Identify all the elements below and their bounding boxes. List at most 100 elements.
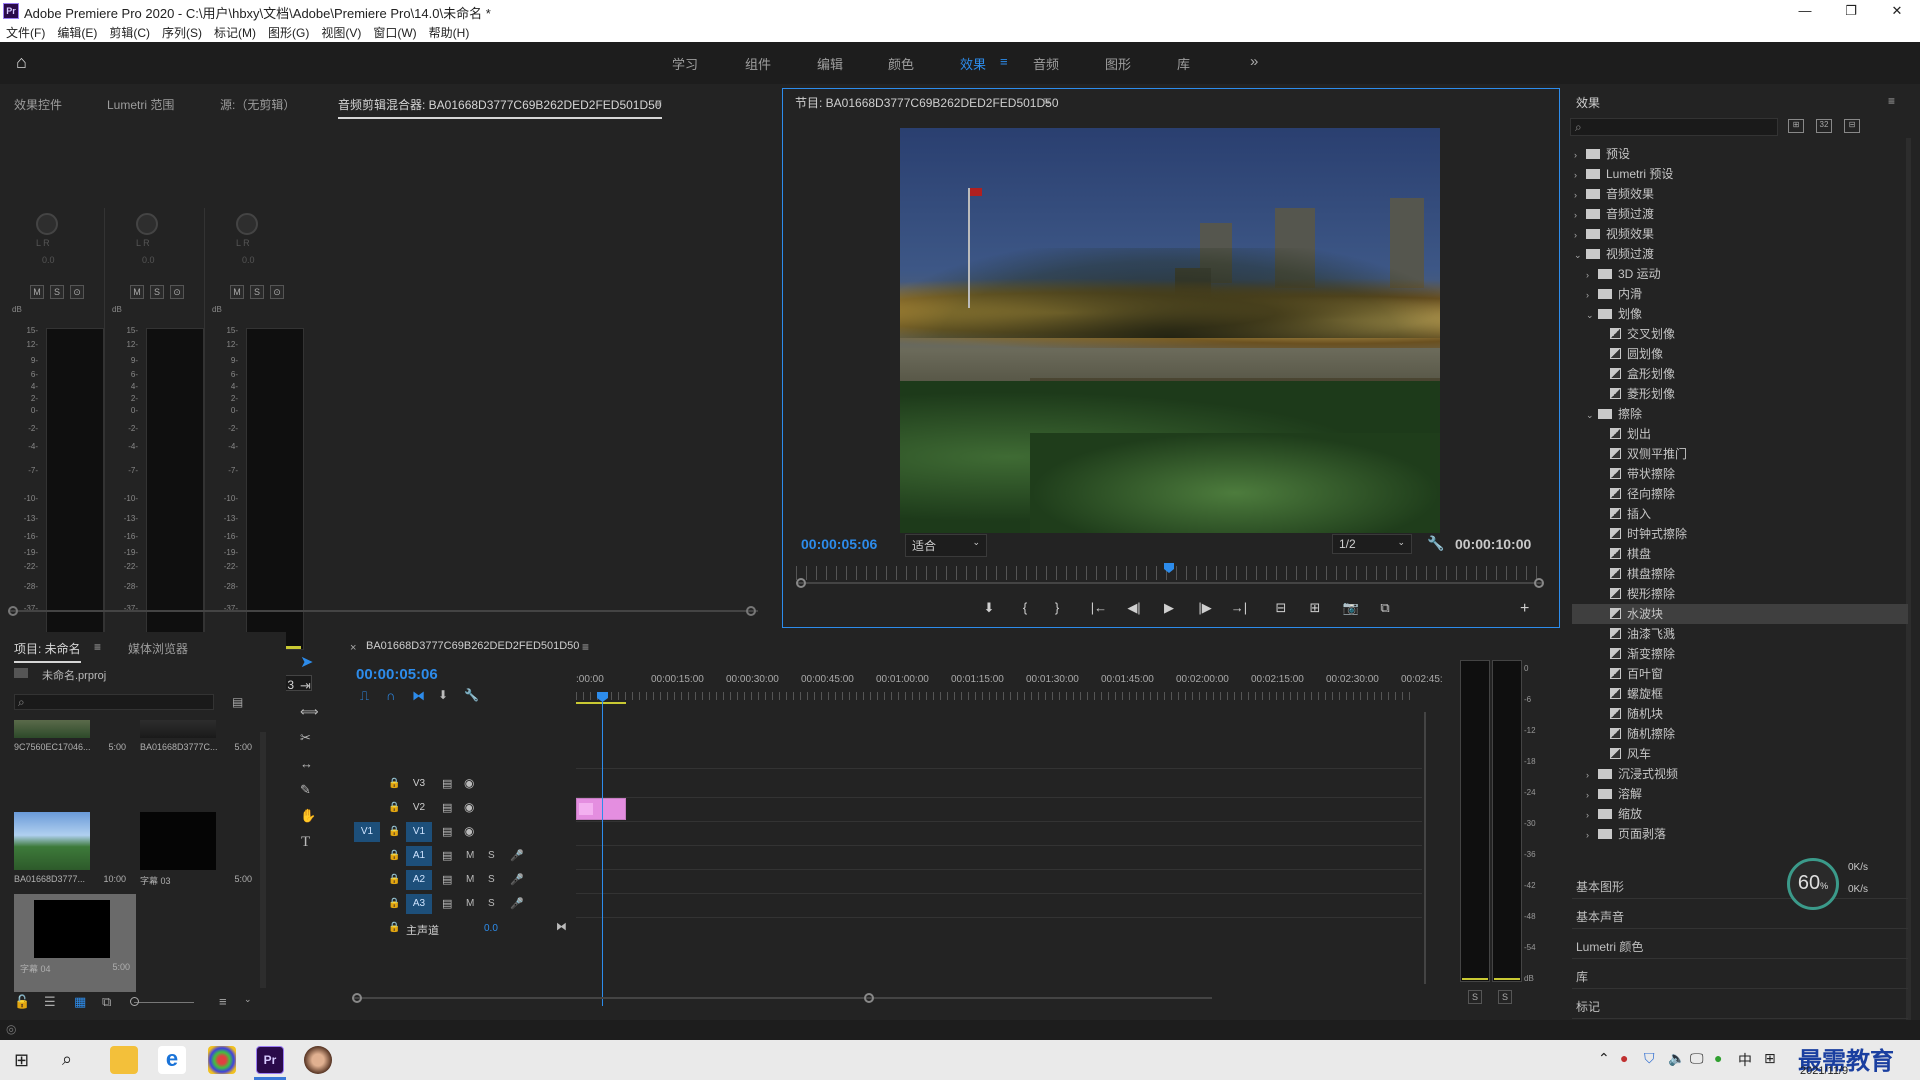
list-view-icon[interactable]: ☰ [44, 994, 56, 1010]
expand-arrow-icon[interactable]: › [1586, 825, 1598, 845]
effects-tree-item-17[interactable]: 径向擦除 [1572, 484, 1908, 504]
timeline-playhead-handle[interactable] [597, 692, 608, 702]
pan-knob[interactable] [136, 213, 158, 235]
menu-item-6[interactable]: 视图(V) [315, 22, 367, 41]
timeline-clip-v2[interactable] [576, 798, 626, 820]
effects-tree-item-29[interactable]: 随机擦除 [1572, 724, 1908, 744]
effects-tree-item-25[interactable]: 渐变擦除 [1572, 644, 1908, 664]
program-go-to-in-button[interactable]: |← [1090, 600, 1108, 616]
channel-record-button[interactable]: ⊙ [170, 285, 184, 299]
effects-tree-item-24[interactable]: 油漆飞溅 [1572, 624, 1908, 644]
effects-tree-item-19[interactable]: 时钟式擦除 [1572, 524, 1908, 544]
tray-network-icon[interactable]: 🖵 [1690, 1050, 1704, 1067]
type-tool-icon[interactable]: T [301, 834, 310, 851]
track-sync-icon[interactable]: ▤ [442, 897, 452, 910]
effects-tree-item-26[interactable]: 百叶窗 [1572, 664, 1908, 684]
track-mute-button[interactable]: M [466, 874, 474, 885]
expand-arrow-icon[interactable]: › [1574, 145, 1586, 165]
effects-tree-item-34[interactable]: › 页面剥落 [1572, 824, 1908, 844]
project-item-thumbnail[interactable] [140, 812, 216, 870]
track-voiceover-icon[interactable]: 🎤 [510, 897, 524, 910]
project-item-3[interactable]: 字幕 03 5:00 [140, 812, 252, 887]
mixer-menu-icon[interactable]: ≡ [655, 96, 662, 110]
program-go-to-out-button[interactable]: →| [1230, 600, 1248, 616]
program-step-forward-button[interactable]: |▶ [1196, 600, 1214, 616]
track-lock-icon[interactable]: 🔒 [388, 922, 400, 933]
effects-tree-item-15[interactable]: 双侧平推门 [1572, 444, 1908, 464]
expand-arrow-icon[interactable]: › [1574, 185, 1586, 205]
sort-dropdown-icon[interactable]: ⌄ [244, 994, 252, 1005]
menu-item-7[interactable]: 窗口(W) [367, 22, 422, 41]
project-item-thumbnail[interactable] [14, 812, 90, 870]
close-sequence-icon[interactable]: × [350, 642, 356, 654]
effects-tree-item-0[interactable]: › 预设 [1572, 144, 1908, 164]
program-export-frame-button[interactable]: 📷 [1342, 600, 1360, 616]
menu-item-4[interactable]: 标记(M) [208, 22, 262, 41]
mixer-scrollbar[interactable] [8, 610, 758, 612]
program-mark-out-button[interactable]: } [1048, 600, 1066, 616]
hand-tool-icon[interactable]: ✋ [300, 808, 316, 824]
menu-item-0[interactable]: 文件(F) [0, 22, 51, 41]
program-monitor-title[interactable]: 节目: BA01668D3777C69B262DED2FED501D50 [795, 94, 1059, 111]
menu-item-2[interactable]: 剪辑(C) [103, 22, 156, 41]
project-item-thumbnail[interactable] [140, 720, 216, 738]
edge-browser-icon[interactable]: e [158, 1046, 186, 1074]
wrench-icon[interactable]: 🔧 [1427, 535, 1444, 552]
channel-mute-button[interactable]: M [30, 285, 44, 299]
track-solo-button[interactable]: S [488, 898, 495, 909]
effects-tree-item-23[interactable]: 水波块 [1572, 604, 1908, 624]
tray-keyboard-icon[interactable]: ⊞ [1764, 1050, 1776, 1067]
menu-item-8[interactable]: 帮助(H) [423, 22, 476, 41]
effects-tree-item-8[interactable]: ⌄ 划像 [1572, 304, 1908, 324]
master-track-value[interactable]: 0.0 [484, 923, 498, 934]
track-target-V2[interactable]: V2 [406, 798, 432, 818]
timeline-settings-icon[interactable]: 🔧 [464, 688, 479, 702]
program-zoom-bar[interactable] [796, 582, 1542, 584]
left-panel-tab-2[interactable]: 源:（无剪辑） [220, 96, 295, 113]
track-mute-button[interactable]: M [466, 850, 474, 861]
track-lock-icon[interactable]: 🔒 [388, 874, 400, 885]
menu-item-3[interactable]: 序列(S) [156, 22, 208, 41]
effects-tree-item-21[interactable]: 棋盘擦除 [1572, 564, 1908, 584]
expand-arrow-icon[interactable]: › [1586, 785, 1598, 805]
side-panel-4[interactable]: 标记 [1576, 998, 1600, 1015]
effects-tree-item-6[interactable]: › 3D 运动 [1572, 264, 1908, 284]
project-item-thumbnail[interactable] [14, 720, 90, 738]
timeline-vertical-scrollbar[interactable] [1424, 712, 1426, 984]
workspace-tab-6[interactable]: 图形 [1105, 54, 1131, 73]
effects-tree-item-22[interactable]: 楔形擦除 [1572, 584, 1908, 604]
program-menu-icon[interactable]: ≡ [1043, 94, 1050, 108]
windows-start-icon[interactable]: ⊞ [14, 1050, 29, 1071]
sort-icon[interactable]: ≡ [219, 994, 227, 1009]
menu-item-1[interactable]: 编辑(E) [51, 22, 103, 41]
track-lock-icon[interactable]: 🔒 [388, 898, 400, 909]
workspace-tab-4[interactable]: 效果 [960, 54, 986, 73]
nest-toggle-icon[interactable]: ⎍ [360, 688, 369, 704]
pan-value[interactable]: 0.0 [242, 255, 255, 265]
program-zoom-handle-right[interactable] [1534, 578, 1544, 588]
effects-tree-item-3[interactable]: › 音频过渡 [1572, 204, 1908, 224]
project-item-1[interactable]: BA01668D3777C... 5:00 [140, 720, 252, 752]
project-scrollbar[interactable] [260, 732, 266, 988]
effects-tree-item-16[interactable]: 带状擦除 [1572, 464, 1908, 484]
side-panel-3[interactable]: 库 [1576, 968, 1588, 985]
pan-value[interactable]: 0.0 [142, 255, 155, 265]
expand-arrow-icon[interactable]: › [1586, 285, 1598, 305]
pan-knob[interactable] [36, 213, 58, 235]
track-lock-icon[interactable]: 🔒 [388, 778, 400, 789]
expand-arrow-icon[interactable]: › [1574, 225, 1586, 245]
expand-arrow-icon[interactable]: › [1586, 765, 1598, 785]
project-menu-icon[interactable]: ≡ [94, 640, 101, 654]
project-item-4[interactable]: 字幕 04 5:00 [14, 894, 136, 992]
tray-volume-icon[interactable]: 🔈 [1668, 1050, 1685, 1067]
channel-mute-button[interactable]: M [130, 285, 144, 299]
track-target-A1[interactable]: A1 [406, 846, 432, 866]
program-video-frame[interactable] [900, 128, 1440, 533]
timeline-menu-icon[interactable]: ≡ [582, 640, 589, 654]
effects-tree-item-11[interactable]: 盒形划像 [1572, 364, 1908, 384]
lock-icon[interactable]: 🔓 [14, 994, 30, 1010]
tray-app-icon[interactable]: ● [1620, 1050, 1628, 1066]
track-mute-button[interactable]: M [466, 898, 474, 909]
tray-app2-icon[interactable]: ● [1714, 1050, 1722, 1066]
timeline-zoom-handle-right[interactable] [864, 993, 874, 1003]
